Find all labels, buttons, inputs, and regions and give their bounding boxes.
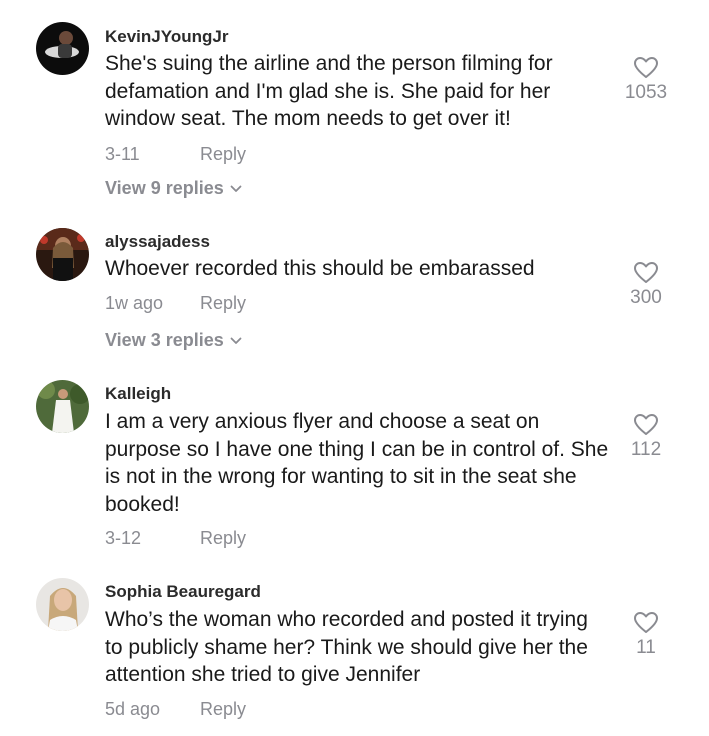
comment-username[interactable]: alyssajadess [105, 232, 210, 252]
comment-username[interactable]: KevinJYoungJr [105, 27, 228, 47]
avatar-image [36, 380, 89, 433]
heart-outline-icon[interactable] [633, 56, 659, 79]
comment-username[interactable]: Kalleigh [105, 384, 171, 404]
view-replies-label: View 3 replies [105, 330, 224, 350]
comment-text: Who’s the woman who recorded and posted … [105, 608, 588, 686]
comment-meta: 1w ago Reply [105, 293, 246, 314]
view-replies-button[interactable]: View 3 replies [105, 330, 242, 351]
reply-button[interactable]: Reply [200, 528, 246, 548]
reply-button[interactable]: Reply [200, 144, 246, 164]
like-button[interactable]: 1053 [606, 56, 686, 104]
like-count: 11 [636, 637, 656, 658]
view-replies-button[interactable]: View 9 replies [105, 178, 242, 199]
heart-outline-icon[interactable] [633, 261, 659, 284]
comment-text: I am a very anxious flyer and choose a s… [105, 410, 609, 516]
comment-date: 5d ago [105, 699, 161, 719]
avatar-image [36, 22, 89, 75]
comment-meta: 3-11 Reply [105, 144, 246, 165]
avatar[interactable] [36, 578, 89, 631]
avatar[interactable] [36, 22, 89, 75]
like-count: 300 [630, 287, 662, 308]
view-replies-label: View 9 replies [105, 178, 224, 198]
like-button[interactable]: 11 [606, 611, 686, 659]
reply-button[interactable]: Reply [200, 699, 246, 719]
chevron-down-icon [230, 185, 242, 193]
comment-meta: 3-12 Reply [105, 528, 246, 549]
like-button[interactable]: 112 [606, 413, 686, 461]
comment-username[interactable]: Sophia Beauregard [105, 582, 261, 602]
comment-text: Whoever recorded this should be embarass… [105, 257, 535, 280]
comment-date: 3-11 [105, 144, 140, 164]
like-count: 112 [630, 439, 662, 460]
reply-button[interactable]: Reply [200, 293, 246, 313]
chevron-down-icon [230, 337, 242, 345]
avatar-image [36, 578, 89, 631]
like-count: 1053 [624, 82, 668, 103]
heart-outline-icon[interactable] [633, 611, 659, 634]
avatar-image [36, 228, 89, 281]
avatar[interactable] [36, 380, 89, 433]
comment-text: She's suing the airline and the person f… [105, 52, 553, 130]
heart-outline-icon[interactable] [633, 413, 659, 436]
like-button[interactable]: 300 [606, 261, 686, 309]
comment-meta: 5d ago Reply [105, 699, 246, 720]
comment-date: 1w ago [105, 293, 164, 313]
comment-date: 3-12 [105, 528, 142, 548]
avatar[interactable] [36, 228, 89, 281]
